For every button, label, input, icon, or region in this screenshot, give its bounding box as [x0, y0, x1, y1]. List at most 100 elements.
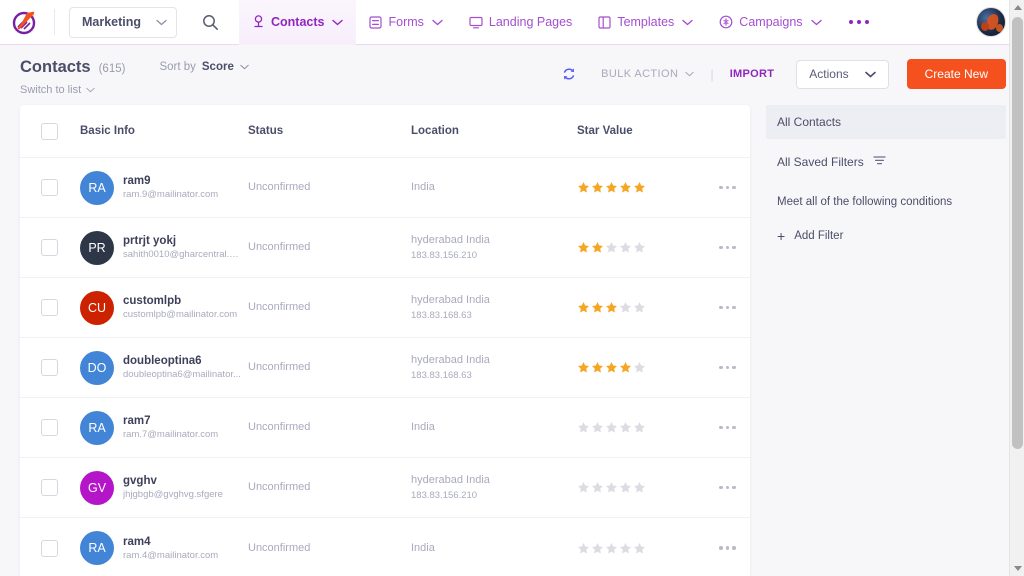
table-row[interactable]: DO doubleoptina6 doubleoptina6@mailinator.…: [20, 338, 750, 398]
filter-all-saved-filters[interactable]: All Saved Filters: [766, 155, 1006, 169]
contact-name[interactable]: prtrjt yokj: [123, 234, 243, 248]
star-empty-icon[interactable]: [577, 421, 590, 434]
scroll-up-arrow-icon[interactable]: [1010, 0, 1024, 15]
table-row[interactable]: GV gvghv jhjgbgb@gvghvg.sfgere Unconfirmed h…: [20, 458, 750, 518]
user-avatar[interactable]: [976, 7, 1006, 37]
cell-star-value[interactable]: [577, 481, 697, 494]
star-empty-icon[interactable]: [633, 481, 646, 494]
row-checkbox[interactable]: [20, 359, 80, 376]
row-menu-button[interactable]: [697, 365, 750, 370]
nav-item-templates[interactable]: Templates: [585, 0, 706, 45]
bulk-action-dropdown[interactable]: BULK ACTION: [601, 68, 695, 80]
star-filled-icon[interactable]: [619, 181, 632, 194]
star-filled-icon[interactable]: [577, 241, 590, 254]
star-filled-icon[interactable]: [591, 181, 604, 194]
table-row[interactable]: RA ram7 ram.7@mailinator.com Unconfirmed Ind…: [20, 398, 750, 458]
cell-star-value[interactable]: [577, 421, 697, 434]
filter-all-contacts[interactable]: All Contacts: [766, 105, 1006, 139]
cell-star-value[interactable]: [577, 301, 697, 314]
nav-item-contacts[interactable]: Contacts: [239, 0, 357, 45]
contact-name[interactable]: gvghv: [123, 474, 223, 488]
column-header-status[interactable]: Status: [248, 125, 411, 137]
row-checkbox[interactable]: [20, 419, 80, 436]
cell-star-value[interactable]: [577, 241, 697, 254]
select-all-checkbox[interactable]: [20, 122, 80, 140]
column-header-basic-info[interactable]: Basic Info: [80, 125, 248, 137]
star-filled-icon[interactable]: [591, 301, 604, 314]
contact-name[interactable]: ram7: [123, 414, 218, 428]
star-empty-icon[interactable]: [619, 241, 632, 254]
contact-name[interactable]: customlpb: [123, 294, 237, 308]
row-menu-button[interactable]: [697, 425, 750, 430]
nav-more-ellipsis-icon[interactable]: [835, 0, 883, 45]
growth-logo-icon[interactable]: [10, 7, 40, 37]
search-icon[interactable]: [197, 9, 223, 35]
browser-scrollbar[interactable]: [1009, 0, 1024, 576]
nav-item-forms[interactable]: Forms: [356, 0, 455, 45]
cell-star-value[interactable]: [577, 181, 697, 194]
table-row[interactable]: CU customlpb customlpb@mailinator.com Uncon…: [20, 278, 750, 338]
star-empty-icon[interactable]: [591, 481, 604, 494]
chevron-down-icon: [810, 19, 822, 26]
cell-star-value[interactable]: [577, 361, 697, 374]
star-empty-icon[interactable]: [591, 421, 604, 434]
table-row[interactable]: RA ram9 ram.9@mailinator.com Unconfirmed Ind…: [20, 158, 750, 218]
star-empty-icon[interactable]: [619, 421, 632, 434]
star-filled-icon[interactable]: [605, 301, 618, 314]
star-filled-icon[interactable]: [633, 181, 646, 194]
switch-to-list-toggle[interactable]: Switch to list: [20, 84, 125, 96]
column-header-star-value[interactable]: Star Value: [577, 125, 697, 137]
row-checkbox[interactable]: [20, 479, 80, 496]
contact-name[interactable]: ram4: [123, 535, 218, 549]
star-filled-icon[interactable]: [591, 361, 604, 374]
star-empty-icon[interactable]: [591, 542, 604, 555]
contact-name[interactable]: ram9: [123, 174, 218, 188]
import-button[interactable]: IMPORT: [730, 68, 775, 80]
cell-star-value[interactable]: [577, 542, 697, 555]
star-empty-icon[interactable]: [619, 481, 632, 494]
row-menu-button[interactable]: [697, 245, 750, 250]
star-empty-icon[interactable]: [619, 542, 632, 555]
create-new-button[interactable]: Create New: [906, 59, 1006, 89]
star-filled-icon[interactable]: [605, 361, 618, 374]
row-menu-button[interactable]: [697, 546, 750, 550]
table-row[interactable]: PR prtrjt yokj sahith0010@gharcentral.co..…: [20, 218, 750, 278]
nav-item-campaigns[interactable]: Campaigns: [706, 0, 834, 45]
row-checkbox[interactable]: [20, 299, 80, 316]
column-header-location[interactable]: Location: [411, 125, 577, 137]
star-empty-icon[interactable]: [605, 542, 618, 555]
workspace-selector[interactable]: Marketing: [69, 6, 177, 38]
add-filter-button[interactable]: + Add Filter: [766, 229, 1006, 243]
star-empty-icon[interactable]: [633, 241, 646, 254]
contact-name[interactable]: doubleoptina6: [123, 354, 241, 368]
star-empty-icon[interactable]: [577, 481, 590, 494]
row-menu-button[interactable]: [697, 185, 750, 190]
row-checkbox[interactable]: [20, 239, 80, 256]
row-checkbox[interactable]: [20, 539, 80, 557]
star-empty-icon[interactable]: [633, 542, 646, 555]
star-filled-icon[interactable]: [577, 181, 590, 194]
star-filled-icon[interactable]: [577, 301, 590, 314]
sort-by-control[interactable]: Sort by Score: [159, 61, 249, 73]
star-empty-icon[interactable]: [619, 301, 632, 314]
star-filled-icon[interactable]: [619, 361, 632, 374]
scrollbar-thumb[interactable]: [1012, 17, 1023, 449]
table-row[interactable]: RA ram4 ram.4@mailinator.com Unconfirmed Ind…: [20, 518, 750, 576]
star-empty-icon[interactable]: [605, 421, 618, 434]
actions-dropdown-button[interactable]: Actions: [796, 59, 889, 89]
row-menu-button[interactable]: [697, 485, 750, 490]
star-filled-icon[interactable]: [605, 181, 618, 194]
star-empty-icon[interactable]: [633, 361, 646, 374]
refresh-icon[interactable]: [561, 66, 577, 82]
star-empty-icon[interactable]: [633, 421, 646, 434]
nav-item-landing-pages[interactable]: Landing Pages: [456, 0, 585, 45]
row-checkbox[interactable]: [20, 179, 80, 196]
star-empty-icon[interactable]: [605, 481, 618, 494]
scroll-down-arrow-icon[interactable]: [1010, 561, 1024, 576]
star-empty-icon[interactable]: [577, 542, 590, 555]
row-menu-button[interactable]: [697, 305, 750, 310]
star-filled-icon[interactable]: [577, 361, 590, 374]
star-filled-icon[interactable]: [591, 241, 604, 254]
star-empty-icon[interactable]: [633, 301, 646, 314]
star-empty-icon[interactable]: [605, 241, 618, 254]
